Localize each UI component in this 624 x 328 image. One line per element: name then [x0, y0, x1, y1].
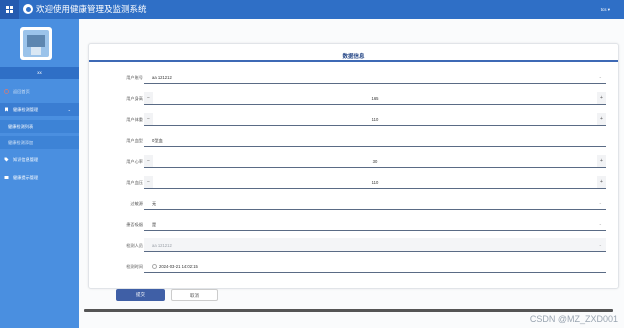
field-label: 检测时间 — [126, 264, 143, 269]
app-title: 欢迎使用健康管理及监测系统 — [36, 4, 147, 14]
grid-icon — [6, 6, 13, 13]
field-value: 110 — [371, 117, 379, 122]
form-row-weight: 用户体重 − 110 + — [89, 112, 618, 126]
cancel-button[interactable]: 取消 — [171, 289, 218, 301]
field-value: aa 121212 — [152, 75, 172, 80]
blood-type-input[interactable]: 0型血 — [144, 133, 606, 147]
form-row-inspector: 检测人员 aa 121212 ⌄ — [89, 238, 618, 252]
sidebar-subitem-health-add[interactable]: 健康检测添加 — [0, 136, 79, 149]
field-label: 用户心率 — [126, 159, 143, 164]
form-row-heart-rate: 用户心率 − 30 + — [89, 154, 618, 168]
user-menu[interactable]: tcs ▾ — [601, 7, 610, 13]
logo-icon — [23, 4, 33, 14]
increment-button[interactable]: + — [597, 176, 606, 188]
field-value: 30 — [372, 159, 378, 164]
form-row-account: 用户账号 aa 121212 ⌄ — [89, 70, 618, 84]
title-divider — [89, 60, 618, 62]
tag-icon — [4, 157, 9, 162]
smoking-select[interactable]: 是 ⌄ — [144, 217, 606, 231]
sidebar: xx 返回首页 健康检测管理 ⌄ 健康检测列表 健康检测添加 知识信息管理 健康… — [0, 19, 79, 328]
form-row-smoking: 患否吸烟 是 ⌄ — [89, 217, 618, 231]
sidebar-item-knowledge[interactable]: 知识信息管理 — [0, 153, 79, 166]
field-value: 2024-03-21 14:02:15 — [159, 264, 198, 269]
field-value: 是 — [152, 222, 157, 227]
sidebar-item-label: 知识信息管理 — [13, 156, 39, 162]
form-row-blood-pressure: 用户血压 − 110 + — [89, 175, 618, 189]
sidebar-item-label: 健康提示管理 — [13, 174, 39, 180]
menu-toggle-button[interactable] — [0, 0, 19, 19]
field-value: 无 — [152, 201, 157, 206]
form-row-blood-type: 用户血型 0型血 — [89, 133, 618, 147]
increment-button[interactable]: + — [597, 155, 606, 167]
sidebar-item-health-check[interactable]: 健康检测管理 ⌄ — [0, 103, 79, 116]
sidebar-user-name: xx — [0, 67, 79, 79]
avatar — [20, 27, 52, 60]
chevron-down-icon: ⌄ — [598, 74, 602, 79]
field-label: 过敏源 — [130, 201, 143, 206]
field-label: 用户血型 — [126, 138, 143, 143]
bookmark-icon — [4, 107, 9, 112]
field-label: 用户身高 — [126, 96, 143, 101]
sidebar-item-label: 健康检测管理 — [13, 106, 39, 112]
weight-stepper[interactable]: − 110 + — [144, 112, 606, 126]
clock-icon — [152, 264, 157, 270]
form-row-check-time: 检测时间 2024-03-21 14:02:15 — [89, 259, 618, 273]
sidebar-item-health-tips[interactable]: 健康提示管理 — [0, 171, 79, 184]
field-label: 患否吸烟 — [126, 222, 143, 227]
monitor-icon — [4, 175, 9, 180]
height-stepper[interactable]: − 165 + — [144, 91, 606, 105]
sidebar-item-label: 健康检测列表 — [8, 123, 34, 129]
check-time-picker[interactable]: 2024-03-21 14:02:15 — [144, 259, 606, 273]
sidebar-subitem-health-list[interactable]: 健康检测列表 — [0, 120, 79, 133]
chevron-down-icon: ⌄ — [598, 200, 602, 205]
field-value: 110 — [371, 180, 379, 185]
chevron-down-icon: ⌄ — [598, 221, 602, 226]
watermark: CSDN @MZ_ZXD001 — [529, 314, 618, 324]
increment-button[interactable]: + — [597, 113, 606, 125]
increment-button[interactable]: + — [597, 92, 606, 104]
horizontal-scrollbar[interactable] — [84, 309, 613, 312]
submit-button[interactable]: 提交 — [116, 289, 165, 301]
field-label: 用户账号 — [126, 75, 143, 80]
sidebar-item-home[interactable]: 返回首页 — [0, 85, 79, 98]
sidebar-item-label: 健康检测添加 — [8, 139, 34, 145]
field-value: aa 121212 — [152, 243, 172, 248]
datetime-value-wrapper: 2024-03-21 14:02:15 — [152, 264, 198, 270]
form-title: 数据信息 — [342, 54, 365, 60]
form-row-height: 用户身高 − 165 + — [89, 91, 618, 105]
main-content: 数据信息 用户账号 aa 121212 ⌄ 用户身高 − 165 + 用户体重 … — [79, 19, 624, 328]
field-value: 0型血 — [152, 138, 163, 143]
allergen-select[interactable]: 无 ⌄ — [144, 196, 606, 210]
home-icon — [4, 89, 9, 94]
field-label: 用户体重 — [126, 117, 143, 122]
form-card: 数据信息 用户账号 aa 121212 ⌄ 用户身高 − 165 + 用户体重 … — [88, 43, 619, 289]
chevron-down-icon: ⌄ — [598, 242, 602, 247]
chevron-down-icon: ⌄ — [67, 107, 71, 112]
sidebar-item-label: 返回首页 — [13, 88, 30, 94]
form-row-allergen: 过敏源 无 ⌄ — [89, 196, 618, 210]
field-label: 检测人员 — [126, 243, 143, 248]
top-bar: 欢迎使用健康管理及监测系统 tcs ▾ — [0, 0, 624, 19]
inspector-select: aa 121212 ⌄ — [144, 238, 606, 252]
field-value: 165 — [371, 96, 379, 101]
heart-rate-stepper[interactable]: − 30 + — [144, 154, 606, 168]
account-select[interactable]: aa 121212 ⌄ — [144, 70, 606, 84]
field-label: 用户血压 — [126, 180, 143, 185]
blood-pressure-stepper[interactable]: − 110 + — [144, 175, 606, 189]
